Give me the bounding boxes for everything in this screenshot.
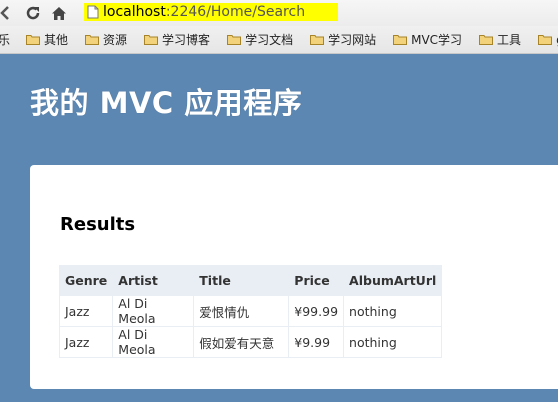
column-header-price: Price bbox=[288, 265, 345, 296]
bookmark-label: 学习博客 bbox=[162, 33, 211, 47]
cell-title: 假如爱有天意 bbox=[193, 326, 290, 358]
cell-genre: Jazz bbox=[58, 295, 114, 327]
folder-icon bbox=[538, 35, 553, 45]
table-header-row: Genre Artist Title Price AlbumArtUrl bbox=[58, 265, 443, 296]
cell-albumarturl: nothing bbox=[343, 295, 443, 327]
bookmark-folder-blogs[interactable]: 学习博客 bbox=[144, 31, 210, 48]
results-heading: Results bbox=[60, 214, 136, 235]
results-table: Genre Artist Title Price AlbumArtUrl Jaz… bbox=[58, 265, 443, 358]
folder-icon bbox=[479, 35, 494, 45]
folder-icon bbox=[310, 35, 325, 45]
bookmark-label: 工具 bbox=[497, 33, 522, 47]
browser-toolbar: localhost:2246/Home/Search bbox=[0, 0, 558, 26]
bookmark-label: 学习文档 bbox=[245, 33, 294, 47]
bookmark-item[interactable]: 乐 bbox=[0, 31, 10, 48]
cell-title: 爱恨情仇 bbox=[193, 295, 290, 327]
bookmark-folder-docs[interactable]: 学习文档 bbox=[227, 31, 293, 48]
bookmark-label: 其他 bbox=[44, 33, 69, 47]
address-bar[interactable]: localhost:2246/Home/Search bbox=[84, 3, 338, 21]
main-content: Results Genre Artist Title Price AlbumAr… bbox=[30, 165, 558, 389]
cell-price: ¥99.99 bbox=[288, 295, 345, 327]
table-row: Jazz Al Di Meola 假如爱有天意 ¥9.99 nothing bbox=[58, 326, 443, 358]
bookmarks-bar: 乐 其他 资源 学习博客 学习文档 学习网站 MVC学习 工具 go bbox=[0, 26, 558, 54]
folder-icon bbox=[85, 35, 100, 45]
folder-icon bbox=[393, 35, 408, 45]
cell-artist: Al Di Meola bbox=[112, 326, 195, 358]
column-header-genre: Genre bbox=[58, 265, 114, 296]
folder-icon bbox=[144, 35, 159, 45]
bookmark-folder-go[interactable]: go bbox=[538, 33, 558, 47]
home-icon[interactable] bbox=[50, 4, 68, 22]
back-arrow-icon[interactable] bbox=[0, 4, 10, 22]
column-header-artist: Artist bbox=[112, 265, 195, 296]
bookmark-folder-other[interactable]: 其他 bbox=[26, 31, 68, 48]
url-host: localhost bbox=[103, 4, 166, 20]
url-path: :2246/Home/Search bbox=[165, 4, 306, 20]
bookmark-folder-resources[interactable]: 资源 bbox=[85, 31, 127, 48]
column-header-title: Title bbox=[193, 265, 290, 296]
page-icon bbox=[87, 5, 99, 19]
bookmark-label: MVC学习 bbox=[411, 33, 463, 47]
cell-albumarturl: nothing bbox=[343, 326, 443, 358]
bookmark-label: 资源 bbox=[103, 33, 128, 47]
folder-icon bbox=[227, 35, 242, 45]
bookmark-folder-tools[interactable]: 工具 bbox=[479, 31, 521, 48]
site-title: 我的 MVC 应用程序 bbox=[30, 86, 303, 120]
cell-genre: Jazz bbox=[58, 326, 114, 358]
cell-artist: Al Di Meola bbox=[112, 295, 195, 327]
bookmark-label: 学习网站 bbox=[328, 33, 377, 47]
table-row: Jazz Al Di Meola 爱恨情仇 ¥99.99 nothing bbox=[58, 295, 443, 327]
reload-icon[interactable] bbox=[24, 4, 42, 22]
column-header-albumarturl: AlbumArtUrl bbox=[343, 265, 443, 296]
folder-icon bbox=[26, 35, 41, 45]
bookmark-folder-mvc[interactable]: MVC学习 bbox=[393, 31, 462, 48]
bookmark-folder-sites[interactable]: 学习网站 bbox=[310, 31, 376, 48]
cell-price: ¥9.99 bbox=[288, 326, 345, 358]
